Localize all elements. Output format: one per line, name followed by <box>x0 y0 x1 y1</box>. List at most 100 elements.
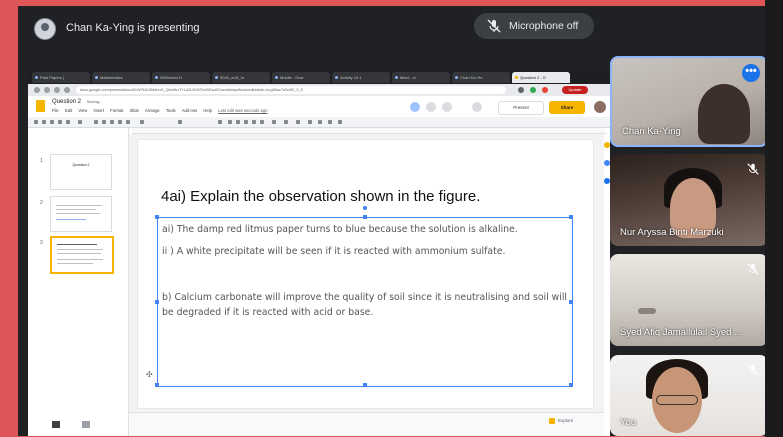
menu-view[interactable]: View <box>78 108 87 113</box>
menu-edit[interactable]: Edit <box>65 108 72 113</box>
saving-status: Saving... <box>86 99 103 104</box>
share-button[interactable]: Share <box>549 101 585 114</box>
numbered-list-icon[interactable] <box>308 120 312 124</box>
paint-format-icon[interactable] <box>66 120 70 124</box>
slide-title[interactable]: 4ai) Explain the observation shown in th… <box>161 188 480 205</box>
slide-thumbnail[interactable] <box>50 196 112 232</box>
resize-handle[interactable] <box>155 300 159 304</box>
answer-line: ai) The damp red litmus paper turns to b… <box>162 224 518 235</box>
forward-icon[interactable] <box>44 87 50 93</box>
resize-handle[interactable] <box>155 215 159 219</box>
line-spacing-icon[interactable] <box>296 120 300 124</box>
menu-help[interactable]: Help <box>203 108 212 113</box>
activity-icon[interactable] <box>426 102 436 112</box>
reload-icon[interactable] <box>54 87 60 93</box>
rotate-handle[interactable] <box>363 206 367 210</box>
menu-format[interactable]: Format <box>110 108 123 113</box>
url-field[interactable]: docs.google.com/presentation/d/1WFk3L5Md… <box>76 86 506 94</box>
extension-icon[interactable] <box>518 87 524 93</box>
speaker-notes[interactable] <box>129 412 604 436</box>
resize-handle[interactable] <box>569 215 573 219</box>
participant-tile[interactable]: Nur Aryssa Binti Marzuki <box>610 154 768 246</box>
bulleted-list-icon[interactable] <box>318 120 322 124</box>
meet-call-icon[interactable] <box>410 102 420 112</box>
undo-icon[interactable] <box>42 120 46 124</box>
browser-tab[interactable]: Meet - ct <box>392 72 450 83</box>
browser-tab[interactable]: Past Papers | <box>32 72 90 83</box>
meet-window: Chan Ka-Ying is presenting Microphone of… <box>18 6 783 436</box>
align-icon[interactable] <box>284 120 288 124</box>
resize-handle[interactable] <box>155 383 159 387</box>
font-size-icon[interactable] <box>218 120 222 124</box>
browser-tab-active[interactable]: Question 2 - G <box>512 72 570 83</box>
view-toggle[interactable] <box>36 420 96 430</box>
slides-logo-icon[interactable] <box>36 100 45 112</box>
comment-icon[interactable] <box>140 120 144 124</box>
move-icon[interactable]: ✣ <box>146 370 153 379</box>
link-icon[interactable] <box>272 120 276 124</box>
browser-tab[interactable]: Chan Ka-Yin <box>452 72 510 83</box>
window-edge <box>765 0 783 437</box>
home-icon[interactable] <box>64 87 70 93</box>
italic-icon[interactable] <box>236 120 240 124</box>
image-icon[interactable] <box>110 120 114 124</box>
keep-icon[interactable] <box>604 142 610 148</box>
menu-arrange[interactable]: Arrange <box>145 108 160 113</box>
formatting-toolbar <box>28 117 610 128</box>
extension-icon[interactable] <box>530 87 536 93</box>
participant-tile[interactable]: ••• Chan Ka-Ying <box>610 56 768 147</box>
slide-thumbnail[interactable]: Question 2 <box>50 154 112 190</box>
resize-handle[interactable] <box>569 300 573 304</box>
participant-name: Chan Ka-Ying <box>622 126 681 137</box>
browser-tab[interactable]: 5040_w16_m <box>212 72 270 83</box>
microphone-off-indicator[interactable]: Microphone off <box>474 13 594 39</box>
present-button[interactable]: Present <box>498 101 544 115</box>
participant-tile-self[interactable]: You <box>610 355 768 436</box>
browser-tab[interactable]: WSDetect D <box>152 72 210 83</box>
explore-button[interactable]: Explore <box>549 416 598 426</box>
menu-tools[interactable]: Tools <box>166 108 176 113</box>
mic-off-icon <box>747 364 759 376</box>
slide-filmstrip: 1 Question 2 2 3 <box>28 128 129 436</box>
back-icon[interactable] <box>34 87 40 93</box>
menu-insert[interactable]: Insert <box>94 108 104 113</box>
last-edit-link[interactable]: Last edit was seconds ago <box>218 108 267 113</box>
shape-icon[interactable] <box>118 120 122 124</box>
font-select-icon[interactable] <box>178 120 182 124</box>
clear-formatting-icon[interactable] <box>338 120 342 124</box>
line-icon[interactable] <box>126 120 130 124</box>
update-button[interactable]: Update <box>562 86 588 94</box>
participant-tile[interactable]: Syed Afiq Jamallulail Syed ... <box>610 254 768 346</box>
text-box-icon[interactable] <box>102 120 106 124</box>
mic-off-icon <box>747 263 759 275</box>
comments-icon[interactable] <box>442 102 452 112</box>
add-icon[interactable] <box>34 120 38 124</box>
document-title[interactable]: Question 2 Saving... <box>52 99 102 105</box>
indent-icon[interactable] <box>328 120 332 124</box>
extension-icon[interactable] <box>542 87 548 93</box>
bold-icon[interactable] <box>228 120 232 124</box>
resize-handle[interactable] <box>363 383 367 387</box>
menu-slide[interactable]: Slide <box>130 108 139 113</box>
zoom-icon[interactable] <box>78 120 82 124</box>
slide-thumbnail-selected[interactable] <box>50 236 114 274</box>
highlight-icon[interactable] <box>260 120 264 124</box>
resize-handle[interactable] <box>569 383 573 387</box>
print-icon[interactable] <box>58 120 62 124</box>
account-avatar[interactable] <box>594 101 606 113</box>
menu-file[interactable]: File <box>52 108 59 113</box>
new-meeting-icon[interactable] <box>472 102 482 112</box>
more-options-button[interactable]: ••• <box>742 64 760 82</box>
redo-icon[interactable] <box>50 120 54 124</box>
browser-tab[interactable]: Mobile - Dow <box>272 72 330 83</box>
slide[interactable]: 4ai) Explain the observation shown in th… <box>138 140 593 408</box>
menu-addons[interactable]: Add-ons <box>182 108 198 113</box>
text-color-icon[interactable] <box>252 120 256 124</box>
resize-handle[interactable] <box>363 215 367 219</box>
thumbnail-number: 1 <box>40 158 43 164</box>
underline-icon[interactable] <box>244 120 248 124</box>
answer-textbox[interactable]: ai) The damp red litmus paper turns to b… <box>146 206 573 387</box>
browser-tab[interactable]: Activity 10.1 <box>332 72 390 83</box>
browser-tab[interactable]: Mathematics <box>92 72 150 83</box>
select-icon[interactable] <box>94 120 98 124</box>
